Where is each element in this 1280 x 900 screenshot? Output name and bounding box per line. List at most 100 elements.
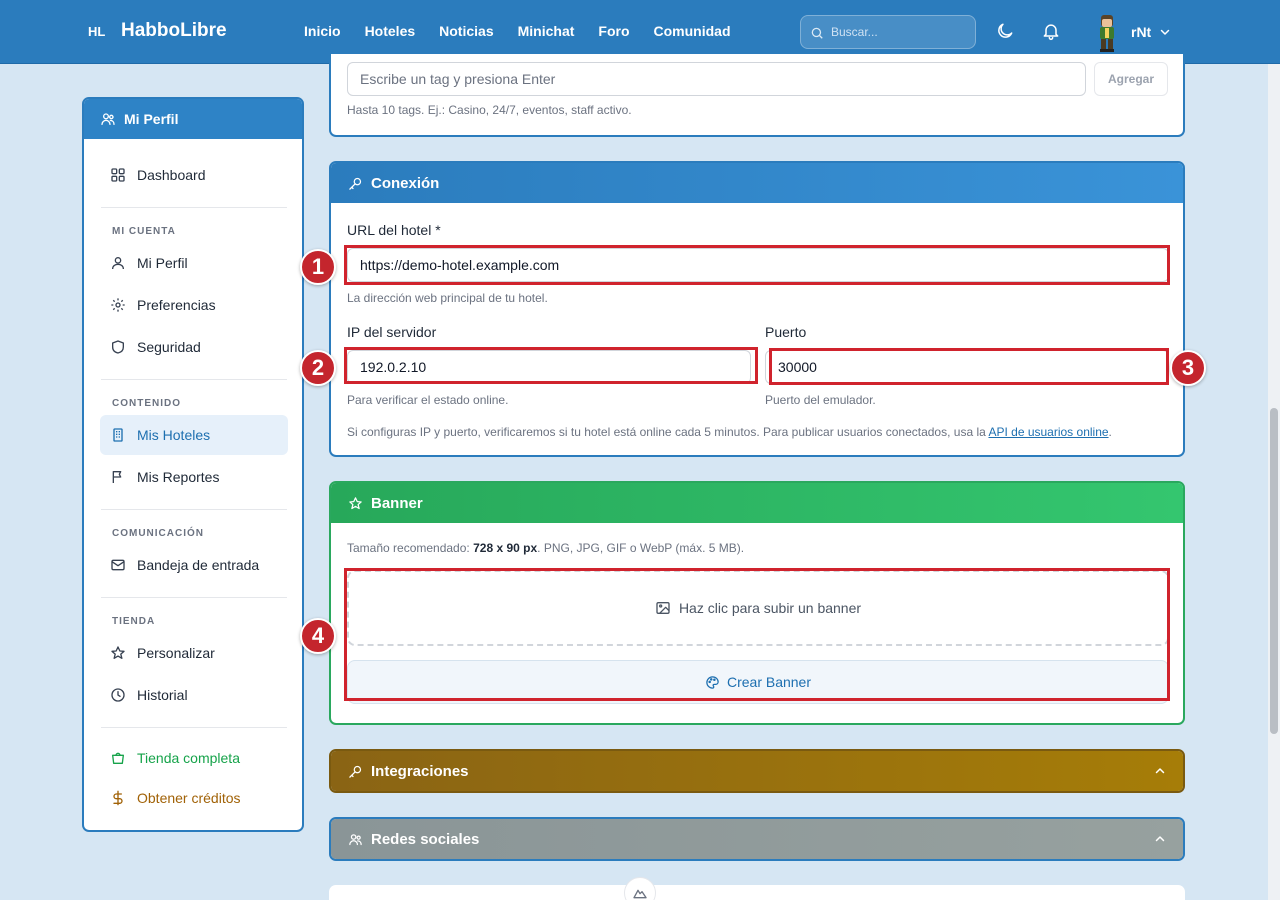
social-header[interactable]: Redes sociales [331,819,1183,859]
sidebar-item-label: Personalizar [137,645,215,661]
mail-icon [110,557,126,573]
nav-link-hoteles[interactable]: Hoteles [365,23,416,39]
nav-link-inicio[interactable]: Inicio [304,23,341,39]
chevron-up-icon[interactable] [1154,765,1166,777]
sidebar-item-label: Tienda completa [137,750,240,766]
sidebar-item-label: Mis Reportes [137,469,220,485]
sidebar-header: Mi Perfil [84,99,302,139]
add-tag-button[interactable]: Agregar [1094,62,1168,96]
flag-icon [110,469,126,485]
sidebar-item-historial[interactable]: Historial [100,675,288,715]
key-icon [348,764,363,779]
star-icon [110,645,126,661]
sidebar-item-label: Seguridad [137,339,201,355]
integrations-card[interactable]: Integraciones [329,749,1185,793]
username[interactable]: rNt [1131,24,1151,40]
nav-link-minichat[interactable]: Minichat [518,23,575,39]
sidebar-item-label: Bandeja de entrada [137,557,260,573]
tags-card: Escribe un tag y presiona Enter Agregar … [329,54,1185,137]
sidebar-item-preferencias[interactable]: Preferencias [100,285,288,325]
sidebar-item-seguridad[interactable]: Seguridad [100,327,288,367]
highlight-banner-area [344,568,1170,701]
sidebar-item-personalizar[interactable]: Personalizar [100,633,288,673]
sidebar-divider [101,207,287,208]
sidebar-item-mi-perfil[interactable]: Mi Perfil [100,243,288,283]
sidebar-item-label: Mis Hoteles [137,427,211,443]
annotation-badge-1: 1 [300,249,336,285]
sidebar-item-dashboard[interactable]: Dashboard [100,155,288,195]
integrations-title: Integraciones [371,762,469,780]
search-box [800,15,976,49]
nav-link-noticias[interactable]: Noticias [439,23,493,39]
highlight-url-field [344,245,1170,285]
banner-card-header: Banner [331,483,1183,523]
sidebar-item-obtener-creditos[interactable]: Obtener créditos [100,778,288,818]
tags-help: Hasta 10 tags. Ej.: Casino, 24/7, evento… [347,103,632,117]
search-input[interactable] [831,23,967,41]
triangle-logo-icon [632,887,648,899]
brand-name[interactable]: HabboLibre [121,20,227,42]
tag-input[interactable]: Escribe un tag y presiona Enter [347,62,1086,96]
section-label-cuenta: MI CUENTA [112,226,176,237]
nav-link-foro[interactable]: Foro [598,23,629,39]
sidebar-item-label: Historial [137,687,188,703]
avatar[interactable] [1096,13,1118,53]
gear-icon [110,297,126,313]
integrations-header[interactable]: Integraciones [331,751,1183,791]
sidebar-item-mis-hoteles[interactable]: Mis Hoteles [100,415,288,455]
ip-help: Para verificar el estado online. [347,393,509,407]
sidebar-item-label: Dashboard [137,167,206,183]
port-label: Puerto [765,324,807,340]
search-icon [810,26,824,40]
size-prefix: Tamaño recomendado: [347,541,470,555]
annotation-badge-3: 3 [1170,350,1206,386]
chevron-down-icon[interactable] [1159,26,1171,38]
section-label-tienda: TIENDA [112,616,156,627]
devtools-toggle[interactable] [624,877,656,900]
connection-card-header: Conexión [331,163,1183,203]
shopping-bag-icon [110,750,126,766]
building-icon [110,427,126,443]
moon-icon[interactable] [995,21,1015,41]
nav-link-comunidad[interactable]: Comunidad [654,23,731,39]
social-card[interactable]: Redes sociales [329,817,1185,861]
user-icon [110,255,126,271]
sidebar-title: Mi Perfil [124,111,179,127]
annotation-badge-2: 2 [300,350,336,386]
sidebar-item-label: Obtener créditos [137,790,241,806]
size-suffix: . PNG, JPG, GIF o WebP (máx. 5 MB). [537,541,745,555]
url-label: URL del hotel * [347,222,441,238]
banner-size-info: Tamaño recomendado: 728 x 90 px. PNG, JP… [347,541,744,555]
section-label-contenido: CONTENIDO [112,398,181,409]
sidebar-divider [101,509,287,510]
connection-title: Conexión [371,174,440,192]
api-link[interactable]: API de usuarios online [988,425,1108,439]
grid-icon [110,167,126,183]
connection-note: Si configuras IP y puerto, verificaremos… [347,425,1112,439]
note-end: . [1108,425,1112,439]
size-value: 728 x 90 px [473,541,538,555]
sidebar-item-label: Preferencias [137,297,216,313]
sidebar-divider [101,727,287,728]
highlight-ip-field [344,347,758,384]
highlight-port-field [769,348,1169,385]
logo-short[interactable]: HL [88,24,105,39]
users-icon [348,832,363,847]
page-scrollbar-thumb[interactable] [1270,408,1278,734]
sidebar-item-tienda-completa[interactable]: Tienda completa [100,738,288,778]
profile-sidebar: Mi Perfil Dashboard MI CUENTA Mi Perfil … [82,97,304,832]
dollar-icon [110,790,126,806]
note-text: Si configuras IP y puerto, verificaremos… [347,425,986,439]
sidebar-item-label: Mi Perfil [137,255,188,271]
clock-icon [110,687,126,703]
annotation-badge-4: 4 [300,618,336,654]
sidebar-item-bandeja[interactable]: Bandeja de entrada [100,545,288,585]
bell-icon[interactable] [1041,21,1061,41]
chevron-up-icon[interactable] [1154,833,1166,845]
sidebar-item-mis-reportes[interactable]: Mis Reportes [100,457,288,497]
social-title: Redes sociales [371,830,480,848]
sidebar-divider [101,379,287,380]
shield-icon [110,339,126,355]
ip-label: IP del servidor [347,324,437,340]
url-help: La dirección web principal de tu hotel. [347,291,548,305]
